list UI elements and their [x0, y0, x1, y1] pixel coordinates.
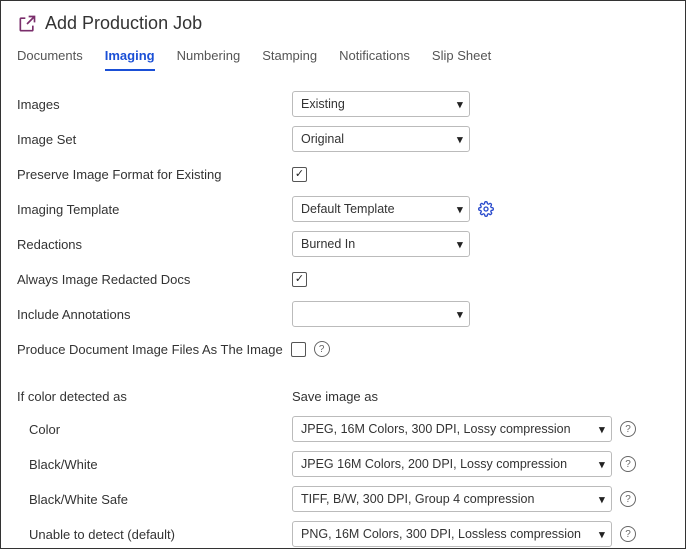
produce-doc-image-label: Produce Document Image Files As The Imag… [17, 342, 283, 357]
color-value: JPEG, 16M Colors, 300 DPI, Lossy compres… [301, 422, 571, 436]
tab-stamping[interactable]: Stamping [262, 48, 317, 71]
caret-icon: ▾ [599, 457, 605, 472]
color-label: Color [17, 422, 292, 437]
caret-icon: ▾ [457, 202, 463, 217]
image-set-label: Image Set [17, 132, 292, 147]
image-set-value: Original [301, 132, 344, 146]
gear-icon[interactable] [478, 201, 494, 217]
save-image-as-header: Save image as [292, 389, 378, 404]
help-icon[interactable]: ? [314, 341, 330, 357]
include-annotations-label: Include Annotations [17, 307, 292, 322]
help-icon[interactable]: ? [620, 526, 636, 542]
redactions-label: Redactions [17, 237, 292, 252]
unable-detect-value: PNG, 16M Colors, 300 DPI, Lossless compr… [301, 527, 581, 541]
tab-imaging[interactable]: Imaging [105, 48, 155, 71]
check-icon: ✓ [295, 274, 304, 285]
images-value: Existing [301, 97, 345, 111]
tab-slip-sheet[interactable]: Slip Sheet [432, 48, 491, 71]
images-select[interactable]: Existing ▾ [292, 91, 470, 117]
page-title: Add Production Job [45, 13, 202, 34]
imaging-template-select[interactable]: Default Template ▾ [292, 196, 470, 222]
bw-safe-value: TIFF, B/W, 300 DPI, Group 4 compression [301, 492, 534, 506]
if-color-detected-header: If color detected as [17, 389, 292, 404]
unable-detect-select[interactable]: PNG, 16M Colors, 300 DPI, Lossless compr… [292, 521, 612, 547]
always-image-redacted-label: Always Image Redacted Docs [17, 272, 292, 287]
imaging-template-label: Imaging Template [17, 202, 292, 217]
share-out-icon [17, 14, 37, 34]
caret-icon: ▾ [457, 132, 463, 147]
tab-documents[interactable]: Documents [17, 48, 83, 71]
help-icon[interactable]: ? [620, 491, 636, 507]
bw-label: Black/White [17, 457, 292, 472]
caret-icon: ▾ [599, 422, 605, 437]
help-icon[interactable]: ? [620, 456, 636, 472]
add-production-job-window: Add Production Job Documents Imaging Num… [0, 0, 686, 549]
imaging-template-value: Default Template [301, 202, 395, 216]
bw-select[interactable]: JPEG 16M Colors, 200 DPI, Lossy compress… [292, 451, 612, 477]
bw-safe-select[interactable]: TIFF, B/W, 300 DPI, Group 4 compression … [292, 486, 612, 512]
caret-icon: ▾ [599, 492, 605, 507]
page-header: Add Production Job [17, 13, 669, 34]
include-annotations-select[interactable]: ▾ [292, 301, 470, 327]
color-select[interactable]: JPEG, 16M Colors, 300 DPI, Lossy compres… [292, 416, 612, 442]
caret-icon: ▾ [599, 527, 605, 542]
preserve-format-checkbox[interactable]: ✓ [292, 167, 307, 182]
redactions-value: Burned In [301, 237, 355, 251]
images-label: Images [17, 97, 292, 112]
redactions-select[interactable]: Burned In ▾ [292, 231, 470, 257]
check-icon: ✓ [295, 169, 304, 180]
always-image-redacted-checkbox[interactable]: ✓ [292, 272, 307, 287]
caret-icon: ▾ [457, 237, 463, 252]
unable-detect-label: Unable to detect (default) [17, 527, 292, 542]
bw-safe-label: Black/White Safe [17, 492, 292, 507]
preserve-format-label: Preserve Image Format for Existing [17, 167, 292, 182]
caret-icon: ▾ [457, 97, 463, 112]
image-set-select[interactable]: Original ▾ [292, 126, 470, 152]
bw-value: JPEG 16M Colors, 200 DPI, Lossy compress… [301, 457, 567, 471]
help-icon[interactable]: ? [620, 421, 636, 437]
tab-bar: Documents Imaging Numbering Stamping Not… [17, 48, 669, 71]
caret-icon: ▾ [457, 307, 463, 322]
tab-numbering[interactable]: Numbering [177, 48, 241, 71]
tab-notifications[interactable]: Notifications [339, 48, 410, 71]
produce-doc-image-checkbox[interactable] [291, 342, 306, 357]
